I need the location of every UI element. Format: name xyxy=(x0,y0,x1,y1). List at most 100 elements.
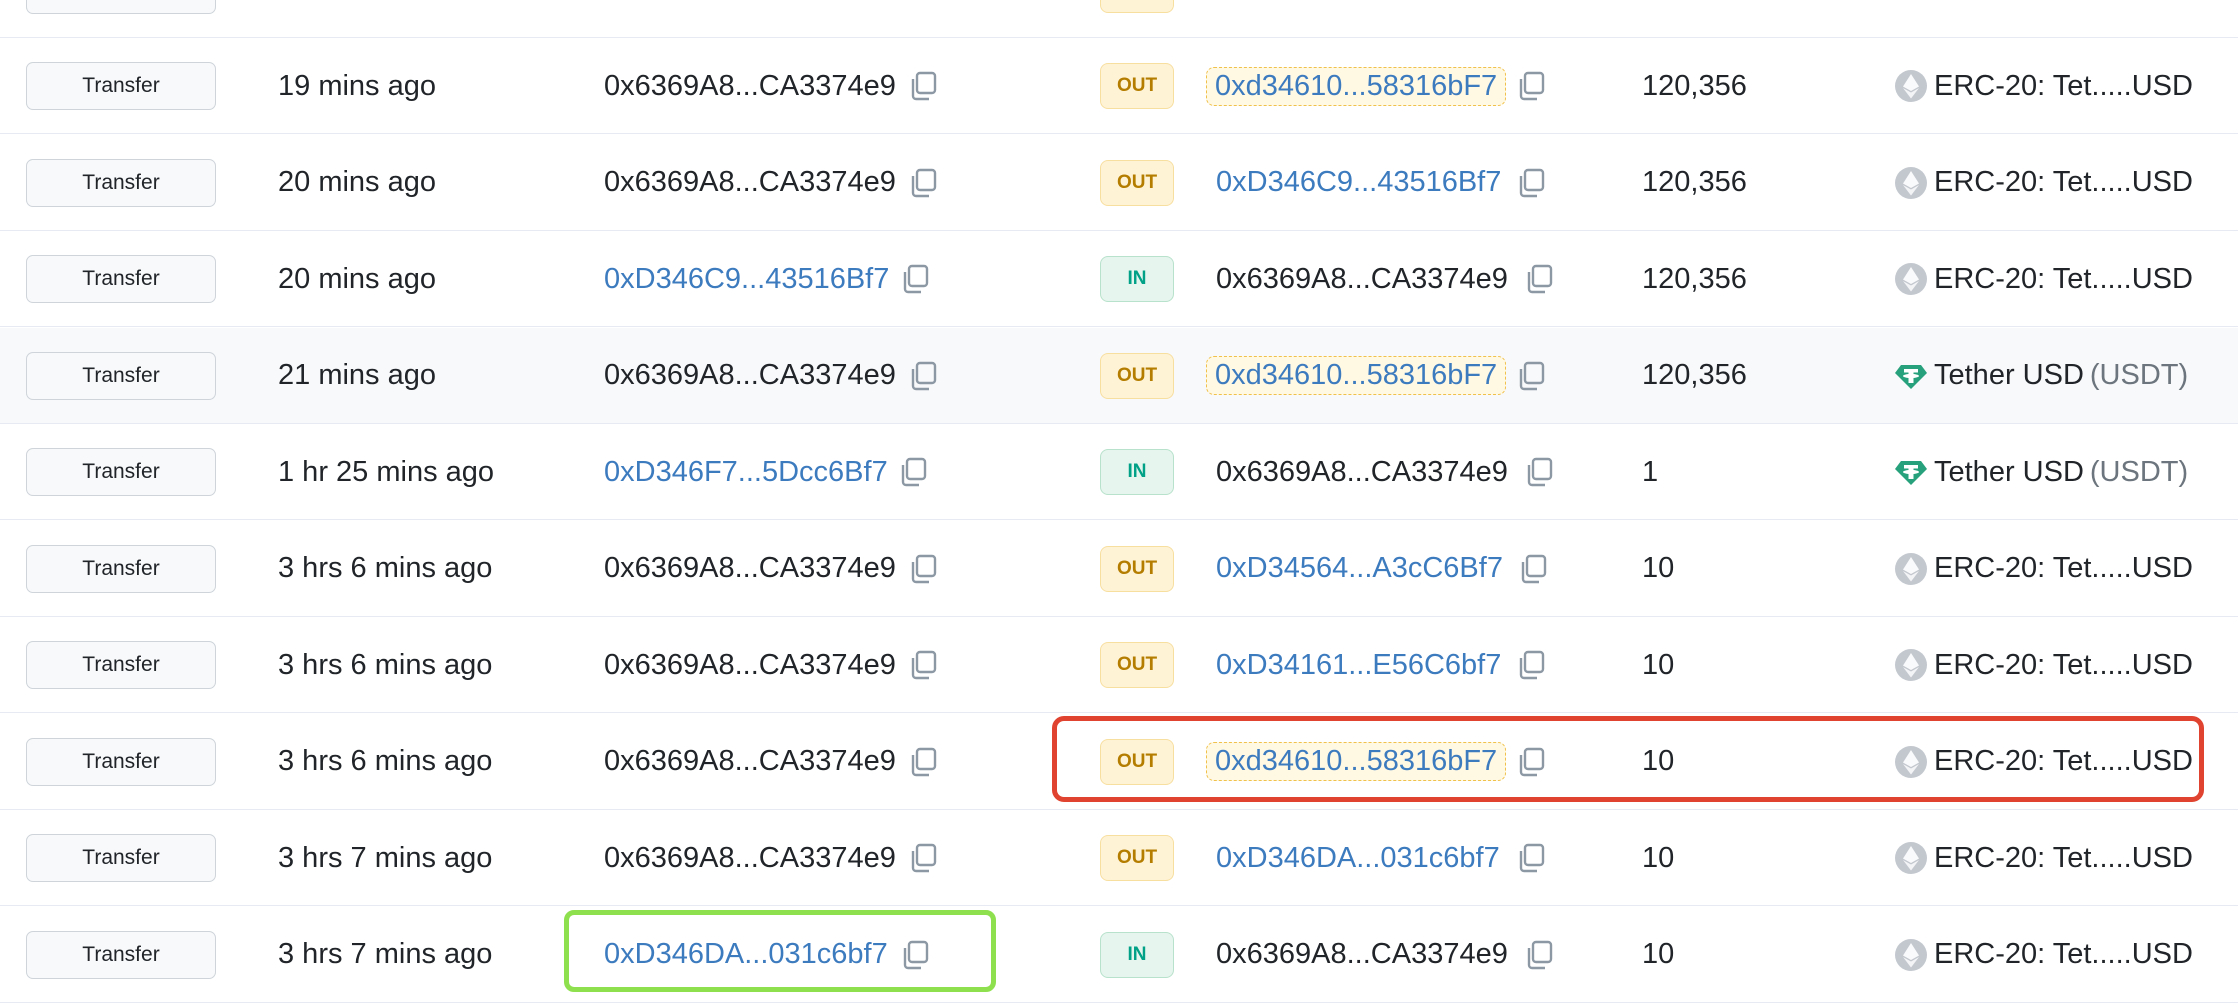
quantity-cell: 10 xyxy=(1642,648,1675,681)
direction-badge: OUT xyxy=(1100,738,1174,785)
copy-icon[interactable] xyxy=(1516,842,1546,874)
method-badge[interactable]: Transfer xyxy=(26,544,216,593)
token-transfers-table: Transfer 19 mins ago 0x6369A8...CA3374e9… xyxy=(0,0,2238,1003)
to-cell: 0xD346C9...43516Bf7 xyxy=(1216,135,1501,231)
copy-icon[interactable] xyxy=(1516,360,1546,392)
token-name: ERC-20: Tet.....USD xyxy=(1934,552,2193,584)
copy-icon[interactable] xyxy=(908,649,938,681)
from-cell: 0x6369A8...CA3374e9 xyxy=(604,135,896,231)
copy-icon[interactable] xyxy=(908,746,938,778)
from-address: 0x6369A8...CA3374e9 xyxy=(604,166,896,198)
from-address[interactable]: 0xD346F7...5Dcc6Bf7 xyxy=(604,456,888,489)
table-row: Transfer 1 hr 25 mins ago 0xD346F7...5Dc… xyxy=(0,424,2238,520)
token-cell[interactable]: ERC-20: Tet.....USD xyxy=(1894,617,2193,713)
direction-badge: OUT xyxy=(1100,159,1174,206)
token-cell[interactable]: Tether USD (USDT) xyxy=(1894,328,2188,424)
copy-icon[interactable] xyxy=(1524,456,1554,488)
token-cell[interactable]: ERC-20: Tet.....USD xyxy=(1894,135,2193,231)
from-cell: 0x6369A8...CA3374e9 xyxy=(604,521,896,617)
token-name: ERC-20: Tet.....USD xyxy=(1934,938,2193,970)
token-name: ERC-20: Tet.....USD xyxy=(1934,745,2193,777)
copy-icon[interactable] xyxy=(900,263,930,295)
direction-badge: IN xyxy=(1100,449,1174,495)
to-address[interactable]: 0xD34161...E56C6bf7 xyxy=(1216,649,1501,682)
token-symbol: (USDT) xyxy=(2089,359,2189,391)
from-address[interactable]: 0xD346C9...43516Bf7 xyxy=(604,263,889,296)
to-address[interactable]: 0xD34564...A3cC6Bf7 xyxy=(1216,552,1503,585)
copy-icon[interactable] xyxy=(908,360,938,392)
copy-icon[interactable] xyxy=(908,842,938,874)
from-address: 0x6369A8...CA3374e9 xyxy=(604,648,896,681)
token-cell[interactable]: ERC-20: Tet.....USD xyxy=(1894,38,2193,134)
eth-icon xyxy=(1895,552,1927,585)
token-name: Tether USD xyxy=(1934,455,2084,488)
to-cell: 0xD346DA...031c6bf7 xyxy=(1216,810,1500,906)
to-address[interactable]: 0xD346DA...031c6bf7 xyxy=(1216,842,1500,875)
copy-icon[interactable] xyxy=(1516,167,1546,199)
to-address[interactable]: 0xd34610...58316bF7 xyxy=(1206,356,1507,395)
token-cell[interactable]: ERC-20: Tet.....USD xyxy=(1894,810,2193,906)
age-cell: 20 mins ago xyxy=(278,166,436,198)
method-badge[interactable]: Transfer xyxy=(26,351,216,400)
quantity-cell: 120,356 xyxy=(1642,69,1747,102)
method-badge[interactable]: Transfer xyxy=(26,255,216,303)
token-cell[interactable]: Tether USD (USDT) xyxy=(1894,424,2188,520)
method-badge[interactable]: Transfer xyxy=(26,834,216,882)
method-badge[interactable]: Transfer xyxy=(26,930,216,979)
from-cell: 0x6369A8...CA3374e9 xyxy=(604,714,896,810)
copy-icon[interactable] xyxy=(1524,939,1554,971)
table-row: Transfer 3 hrs 6 mins ago 0x6369A8...CA3… xyxy=(0,617,2238,713)
token-name: ERC-20: Tet.....USD xyxy=(1934,841,2193,874)
copy-icon[interactable] xyxy=(908,167,938,199)
table-row: Transfer 20 mins ago 0x6369A8...CA3374e9… xyxy=(0,135,2238,231)
to-cell: 0x6369A8...CA3374e9 xyxy=(1216,231,1508,327)
copy-icon[interactable] xyxy=(900,939,930,971)
from-cell: 0xD346DA...031c6bf7 xyxy=(604,907,888,1003)
from-cell: 0x6369A8...CA3374e9 xyxy=(604,328,896,424)
from-cell: 0xD346C9...43516Bf7 xyxy=(604,231,889,327)
copy-icon[interactable] xyxy=(1516,70,1546,102)
direction-badge xyxy=(1100,0,1174,13)
method-badge[interactable] xyxy=(26,0,216,14)
to-cell: 0x6369A8...CA3374e9 xyxy=(1216,907,1508,1003)
token-cell[interactable]: ERC-20: Tet.....USD xyxy=(1894,521,2193,617)
method-badge[interactable]: Transfer xyxy=(26,641,216,689)
from-cell: 0xD346F7...5Dcc6Bf7 xyxy=(604,424,888,520)
eth-icon xyxy=(1895,166,1927,199)
copy-icon[interactable] xyxy=(1518,553,1548,585)
age-cell: 20 mins ago xyxy=(278,262,436,295)
method-badge[interactable]: Transfer xyxy=(26,737,216,786)
table-row: Transfer 3 hrs 6 mins ago 0x6369A8...CA3… xyxy=(0,521,2238,617)
to-cell: 0x6369A8...CA3374e9 xyxy=(1216,424,1508,520)
method-badge[interactable]: Transfer xyxy=(26,158,216,207)
to-address[interactable]: 0xd34610...58316bF7 xyxy=(1206,742,1507,781)
copy-icon[interactable] xyxy=(898,456,928,488)
to-cell: 0xd34610...58316bF7 xyxy=(1206,328,1507,424)
token-name: Tether USD xyxy=(1934,359,2084,391)
method-badge[interactable]: Transfer xyxy=(26,62,216,110)
table-row: Transfer 21 mins ago 0x6369A8...CA3374e9… xyxy=(0,327,2238,424)
copy-icon[interactable] xyxy=(1516,649,1546,681)
direction-badge: IN xyxy=(1100,256,1174,302)
token-name: ERC-20: Tet.....USD xyxy=(1934,166,2193,198)
token-cell[interactable]: ERC-20: Tet.....USD xyxy=(1894,907,2193,1003)
token-cell[interactable]: ERC-20: Tet.....USD xyxy=(1894,231,2193,327)
copy-icon[interactable] xyxy=(1516,746,1546,778)
from-address: 0x6369A8...CA3374e9 xyxy=(604,69,896,102)
from-address: 0x6369A8...CA3374e9 xyxy=(604,841,896,874)
from-address[interactable]: 0xD346DA...031c6bf7 xyxy=(604,938,888,971)
quantity-cell: 120,356 xyxy=(1642,166,1747,198)
direction-badge: OUT xyxy=(1100,63,1174,109)
copy-icon[interactable] xyxy=(1524,263,1554,295)
to-address[interactable]: 0xD346C9...43516Bf7 xyxy=(1216,166,1501,199)
direction-badge: OUT xyxy=(1100,835,1174,881)
copy-icon[interactable] xyxy=(908,70,938,102)
direction-badge: IN xyxy=(1100,931,1174,978)
to-address[interactable]: 0xd34610...58316bF7 xyxy=(1206,66,1507,106)
to-address: 0x6369A8...CA3374e9 xyxy=(1216,455,1508,488)
token-cell[interactable]: ERC-20: Tet.....USD xyxy=(1894,714,2193,810)
copy-icon[interactable] xyxy=(908,553,938,585)
method-badge[interactable]: Transfer xyxy=(26,448,216,496)
quantity-cell: 10 xyxy=(1642,938,1675,970)
eth-icon xyxy=(1895,70,1927,102)
